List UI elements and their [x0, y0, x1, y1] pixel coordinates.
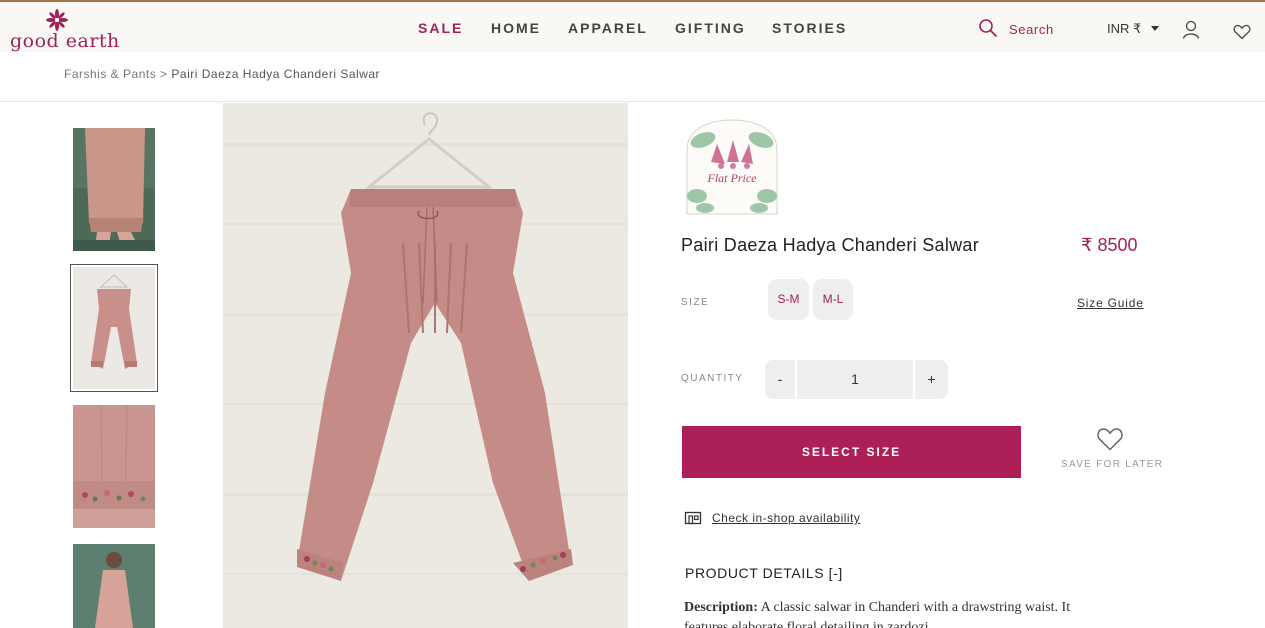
product-title: Pairi Daeza Hadya Chanderi Salwar [681, 235, 980, 255]
search-icon [979, 19, 997, 37]
quantity-label: QUANTITY [681, 373, 744, 384]
flower-logo-icon [46, 9, 68, 31]
store-icon [684, 511, 702, 525]
search-box[interactable]: Search [978, 18, 1078, 40]
size-option-s-m[interactable]: S-M [768, 279, 809, 320]
product-details-toggle[interactable]: PRODUCT DETAILS [-] [685, 565, 843, 581]
user-icon[interactable] [1182, 20, 1200, 40]
chevron-down-icon[interactable] [1151, 26, 1159, 31]
header-divider [0, 101, 1265, 102]
product-price: ₹ 8500 [1081, 235, 1138, 255]
heart-icon[interactable] [1233, 24, 1251, 40]
description-label: Description: [684, 600, 758, 615]
size-guide-link[interactable]: Size Guide [1077, 296, 1144, 310]
nav-stories[interactable]: STORIES [772, 20, 847, 36]
thumbnail-2[interactable] [73, 267, 155, 389]
breadcrumb-current: Pairi Daeza Hadya Chanderi Salwar [171, 67, 380, 81]
currency-selector[interactable]: INR ₹ [1107, 21, 1141, 37]
quantity-increment-button[interactable]: + [915, 360, 948, 399]
main-product-image[interactable] [223, 103, 628, 628]
nav-sale[interactable]: SALE [418, 20, 463, 36]
check-availability-link[interactable]: Check in-shop availability [712, 511, 860, 525]
breadcrumb-separator: > [160, 67, 168, 81]
flat-price-badge: Flat Price [681, 116, 783, 216]
size-option-m-l[interactable]: M-L [813, 279, 853, 320]
brand-logo[interactable]: good earth [10, 8, 119, 52]
product-description: Description: A classic salwar in Chander… [684, 598, 1084, 628]
save-heart-icon[interactable] [1096, 426, 1124, 452]
nav-home[interactable]: HOME [491, 20, 541, 36]
thumbnail-1[interactable] [73, 128, 155, 251]
breadcrumb-parent[interactable]: Farshis & Pants [64, 67, 156, 81]
quantity-decrement-button[interactable]: - [765, 360, 795, 399]
nav-apparel[interactable]: APPAREL [568, 20, 648, 36]
site-header: good earth SALE HOME APPAREL GIFTING STO… [0, 2, 1265, 52]
nav-gifting[interactable]: GIFTING [675, 20, 746, 36]
select-size-button[interactable]: SELECT SIZE [682, 426, 1021, 478]
badge-text: Flat Price [707, 171, 758, 185]
size-label: SIZE [681, 297, 710, 308]
search-label: Search [1009, 22, 1054, 37]
save-for-later-label[interactable]: SAVE FOR LATER [1061, 459, 1163, 470]
thumbnail-3[interactable] [73, 405, 155, 528]
breadcrumb: Farshis & Pants > Pairi Daeza Hadya Chan… [64, 67, 380, 81]
brand-name: good earth [10, 30, 120, 52]
quantity-input[interactable]: 1 [797, 360, 913, 399]
thumbnail-4[interactable] [73, 544, 155, 628]
